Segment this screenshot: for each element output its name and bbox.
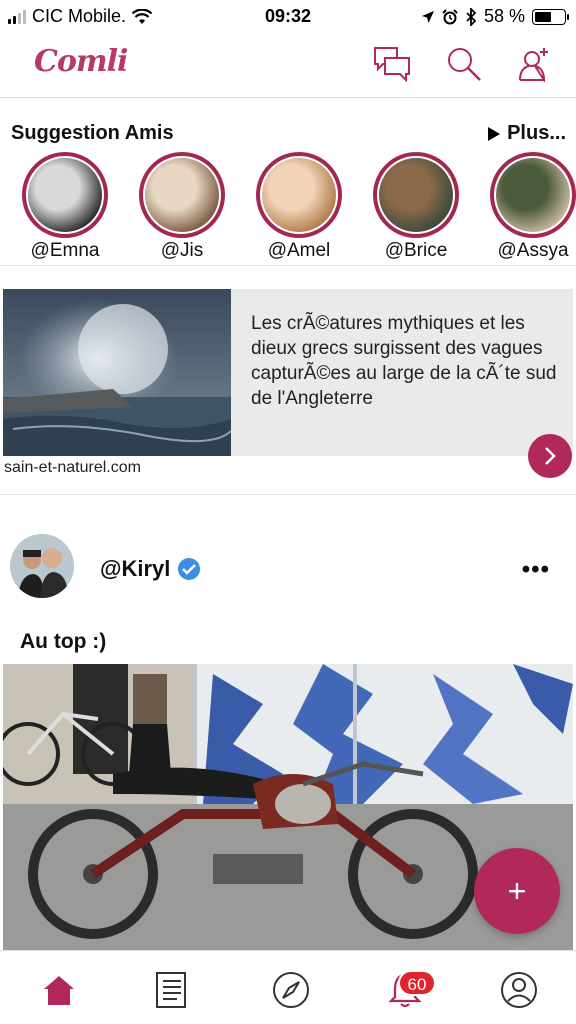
friend-suggestion[interactable]: @Brice [366, 152, 466, 262]
home-icon [44, 976, 74, 1005]
chevron-right-icon [545, 447, 556, 465]
link-preview-image [3, 289, 231, 456]
bluetooth-icon [466, 7, 477, 26]
notification-badge: 60 [398, 970, 436, 996]
suggestions-more-label: Plus... [507, 122, 566, 144]
feed-icon [156, 972, 186, 1008]
tab-profile[interactable] [494, 965, 544, 1015]
status-bar: CIC Mobile. 09:32 58 % [0, 0, 576, 36]
add-friend-icon[interactable] [514, 44, 554, 84]
friend-handle: @Jis [160, 240, 204, 261]
avatar [373, 152, 459, 238]
explore-icon [273, 972, 309, 1008]
create-post-button[interactable]: + [474, 848, 560, 934]
suggestions-list: @Emna @Jis @Amel @Brice @Assya [0, 152, 576, 264]
post-author-avatar[interactable] [10, 534, 74, 598]
battery-icon [532, 8, 569, 25]
post-author[interactable]: @Kiryl [100, 556, 201, 582]
link-preview-card[interactable]: Les crÃ©atures mythiques et les dieux gr… [3, 289, 573, 456]
friend-handle: @Assya [497, 240, 569, 261]
play-icon [488, 126, 501, 141]
avatar [139, 152, 225, 238]
friend-suggestion[interactable]: @Amel [249, 152, 349, 262]
alarm-icon [442, 8, 458, 24]
friend-suggestion[interactable]: @Assya [483, 152, 576, 262]
app-logo: Comli [34, 44, 128, 79]
link-open-button[interactable] [528, 434, 572, 478]
profile-icon [501, 972, 537, 1008]
tab-feed[interactable] [148, 965, 198, 1015]
friend-suggestion[interactable]: @Jis [132, 152, 232, 262]
friend-handle: @Brice [384, 240, 448, 261]
post-username: @Kiryl [100, 556, 171, 581]
status-right: 58 % [421, 6, 569, 27]
tab-explore[interactable] [266, 965, 316, 1015]
battery-percent: 58 % [483, 6, 525, 26]
post-caption: Au top :) [20, 630, 107, 653]
location-icon [421, 10, 434, 23]
divider [0, 265, 576, 266]
link-source: sain-et-naturel.com [4, 459, 141, 476]
tab-bar [0, 950, 576, 1024]
divider [0, 494, 576, 495]
verified-icon [178, 558, 201, 580]
avatar [22, 152, 108, 238]
app-header: Comli [0, 36, 576, 98]
avatar [256, 152, 342, 238]
friend-handle: @Amel [267, 240, 331, 261]
suggestions-more-button[interactable]: Plus... [487, 122, 566, 145]
avatar [490, 152, 576, 238]
suggestions-title: Suggestion Amis [11, 122, 174, 144]
link-preview-text: Les crÃ©atures mythiques et les dieux gr… [251, 313, 557, 409]
friend-suggestion[interactable]: @Emna [15, 152, 115, 262]
tab-home[interactable] [34, 965, 84, 1015]
search-icon[interactable] [444, 44, 484, 84]
chat-icon[interactable] [372, 44, 412, 84]
post-more-button[interactable]: ••• [522, 556, 550, 584]
friend-handle: @Emna [30, 240, 100, 261]
